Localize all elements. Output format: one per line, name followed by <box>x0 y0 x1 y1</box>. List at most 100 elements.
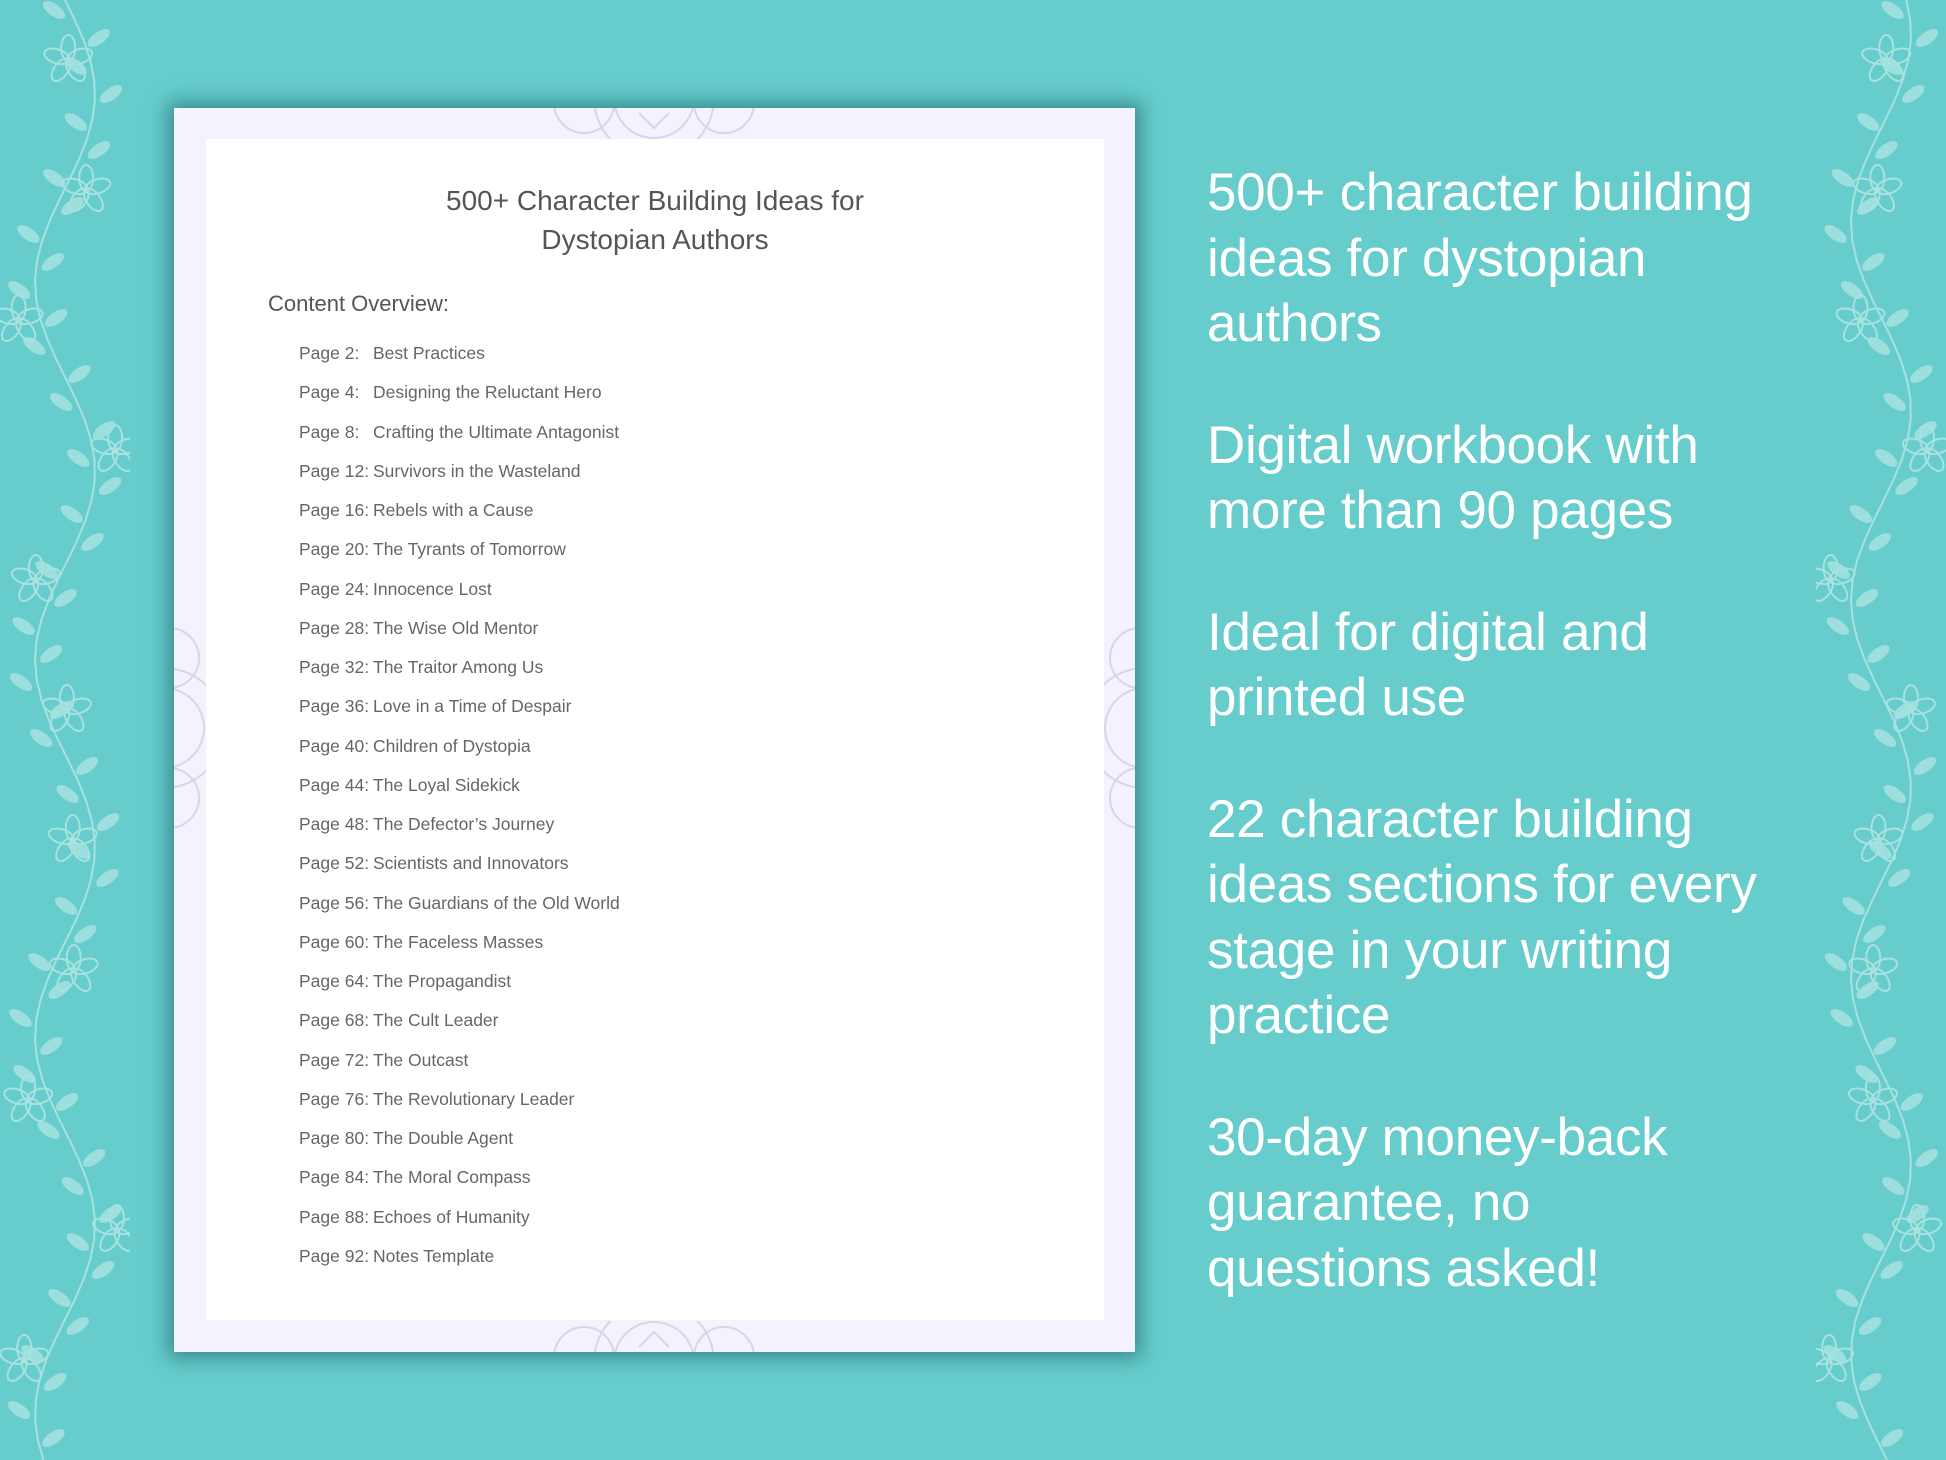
document-title: 500+ Character Building Ideas for Dystop… <box>206 181 1104 259</box>
toc-page-number: Page 56: <box>299 892 370 913</box>
toc-section-title: The Guardians of the Old World <box>373 892 620 913</box>
toc-item: Page 84: The Moral Compass <box>299 1167 620 1206</box>
toc-page-number: Page 64: <box>299 971 370 991</box>
leaf-icon <box>1857 113 1880 131</box>
leaf-icon <box>48 1289 71 1307</box>
toc-item: Page 48: The Defector’s Journey <box>299 814 620 853</box>
leaf-icon <box>9 673 33 691</box>
leaf-icon <box>49 393 73 411</box>
leaf-icon <box>9 1009 32 1027</box>
feature-line: more than 90 pages <box>1207 481 1674 540</box>
toc-section-title: Designing the Reluctant Hero <box>373 382 602 403</box>
toc-page-number: Page 88: <box>299 1206 370 1227</box>
leaf-icon <box>68 365 91 383</box>
toc-section-title: The Faceless Masses <box>373 931 544 952</box>
toc-section-title: The Double Agent <box>373 1128 514 1148</box>
table-of-contents: Page 2: Best Practices Page 4: Designing th… <box>299 343 620 1285</box>
feature-line: questions asked! <box>1207 1238 1600 1298</box>
leaf-icon <box>66 1233 90 1251</box>
leaf-icon <box>56 785 79 803</box>
toc-item: Page 72: The Outcast <box>299 1050 620 1089</box>
feature-text: Ideal for digital and printed use <box>1207 600 1927 731</box>
toc-item: Page 80: The Double Agent <box>299 1128 620 1167</box>
leaf-icon <box>82 1149 106 1167</box>
mandala-bottom-ornament <box>553 1321 755 1352</box>
toc-page-number: Page 8: <box>299 421 360 442</box>
leaf-icon <box>54 897 78 915</box>
leaf-icon <box>74 925 97 943</box>
toc-item: Page 2: Best Practices <box>299 343 620 382</box>
toc-item: Page 12: Survivors in the Wasteland <box>299 461 620 500</box>
feature-line: 30-day money-back <box>1207 1107 1668 1167</box>
leaf-icon <box>41 253 64 271</box>
leaf-icon <box>12 617 35 635</box>
toc-page-number: Page 84: <box>299 1167 370 1188</box>
toc-section-title: Children of Dystopia <box>373 735 531 756</box>
toc-page-number: Page 4: <box>299 382 360 403</box>
toc-section-title: The Outcast <box>373 1049 469 1070</box>
flower-icon <box>91 1204 130 1253</box>
leaf-icon <box>7 1401 31 1419</box>
toc-item: Page 36: Love in a Time of Despair <box>299 696 620 735</box>
mandala-left-ornament <box>174 627 206 829</box>
content-overview-label: Content Overview: <box>268 291 449 316</box>
feature-line: printed use <box>1207 668 1466 727</box>
toc-item: Page 28: The Wise Old Mentor <box>299 618 620 657</box>
toc-page-number: Page 80: <box>299 1128 370 1148</box>
toc-section-title: Crafting the Ultimate Antagonist <box>373 421 620 442</box>
toc-item: Page 4: Designing the Reluctant Hero <box>299 382 620 421</box>
toc-page-number: Page 28: <box>299 617 370 638</box>
flower-icon <box>0 294 44 343</box>
toc-section-title: Rebels with a Cause <box>373 500 534 520</box>
page-content: 500+ Character Building Ideas for Dystop… <box>206 139 1104 1320</box>
toc-section-title: The Propagandist <box>373 971 512 991</box>
toc-section-title: The Defector’s Journey <box>373 814 555 834</box>
floral-vine-left-decoration <box>0 0 130 1460</box>
leaf-icon <box>87 29 110 47</box>
toc-section-title: The Revolutionary Leader <box>373 1088 575 1109</box>
flower-icon <box>10 554 61 603</box>
toc-section-title: The Loyal Sidekick <box>373 774 520 795</box>
toc-item: Page 8: Crafting the Ultimate Antagonist <box>299 422 620 461</box>
leaf-icon <box>1902 85 1925 103</box>
toc-item: Page 76: The Revolutionary Leader <box>299 1089 620 1128</box>
toc-page-number: Page 44: <box>299 774 370 795</box>
flower-icon <box>43 34 94 83</box>
toc-page-number: Page 40: <box>299 735 370 756</box>
leaf-icon <box>1859 1373 1882 1391</box>
toc-item: Page 32: The Traitor Among Us <box>299 657 620 696</box>
feature-line: 22 character building <box>1207 789 1693 849</box>
mandala-top-ornament <box>553 108 755 139</box>
toc-page-number: Page 16: <box>299 500 370 520</box>
toc-page-number: Page 32: <box>299 657 370 677</box>
feature-text: Digital workbook with more than 90 pages <box>1207 413 1927 544</box>
leaf-icon <box>1915 29 1939 47</box>
flower-icon <box>47 814 98 863</box>
toc-page-number: Page 2: <box>299 343 360 363</box>
leaf-icon <box>8 281 31 299</box>
feature-line: ideas sections for every <box>1207 855 1757 914</box>
feature-line: authors <box>1207 294 1382 353</box>
toc-page-number: Page 68: <box>299 1010 370 1031</box>
toc-item: Page 52: Scientists and Innovators <box>299 853 620 892</box>
toc-item: Page 64: The Propagandist <box>299 971 620 1010</box>
toc-item: Page 20: The Tyrants of Tomorrow <box>299 539 620 578</box>
toc-item: Page 88: Echoes of Humanity <box>299 1207 620 1246</box>
toc-section-title: The Wise Old Mentor <box>373 617 539 638</box>
feature-line: 500+ character building <box>1207 163 1753 222</box>
leaf-icon <box>42 1429 65 1447</box>
feature-line: Digital workbook with <box>1207 415 1699 475</box>
leaf-icon <box>17 225 40 243</box>
leaf-icon <box>39 645 63 663</box>
toc-item: Page 40: Children of Dystopia <box>299 736 620 775</box>
toc-section-title: The Moral Compass <box>373 1167 531 1188</box>
toc-page-number: Page 60: <box>299 931 370 952</box>
toc-section-title: Love in a Time of Despair <box>373 696 572 717</box>
toc-page-number: Page 72: <box>299 1049 370 1070</box>
feature-text: 30-day money-back guarantee, no questions … <box>1207 1105 1927 1302</box>
toc-item: Page 60: The Faceless Masses <box>299 932 620 971</box>
toc-page-number: Page 12: <box>299 460 370 481</box>
toc-section-title: Best Practices <box>373 343 485 363</box>
leaf-icon <box>1875 141 1898 159</box>
leaf-icon <box>91 1261 115 1279</box>
